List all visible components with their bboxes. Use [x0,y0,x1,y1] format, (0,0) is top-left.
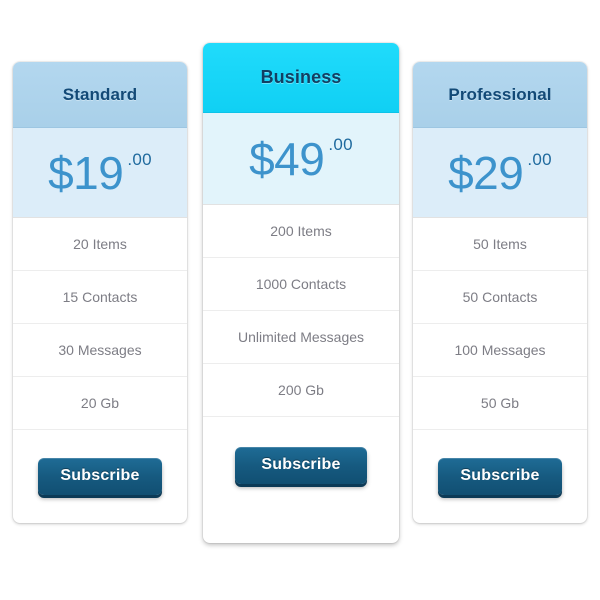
plan-price-amount-professional: $29 [448,146,524,199]
subscribe-button-professional[interactable]: Subscribe [438,458,562,495]
plan-price-cents-professional: .00 [527,150,552,169]
plan-price-professional: $29 .00 [413,128,587,218]
pricing-table: Standard $19 .00 20 Items 15 Contacts 30… [0,0,600,600]
feature-item: 30 Messages [13,324,187,377]
plan-price-amount-business: $49 [249,132,325,185]
plan-features-professional: 50 Items 50 Contacts 100 Messages 50 Gb [413,218,587,430]
plan-title-standard: Standard [62,84,138,104]
plan-price-business: $49 .00 [203,113,399,205]
plan-features-standard: 20 Items 15 Contacts 30 Messages 20 Gb [13,218,187,430]
pricing-card-professional: Professional $29 .00 50 Items 50 Contact… [413,62,587,523]
plan-header-professional: Professional [413,62,587,128]
pricing-card-standard: Standard $19 .00 20 Items 15 Contacts 30… [13,62,187,523]
feature-item: 1000 Contacts [203,258,399,311]
plan-price-standard: $19 .00 [13,128,187,218]
feature-item: 50 Contacts [413,271,587,324]
subscribe-button-business[interactable]: Subscribe [235,447,367,484]
plan-footer-business: Subscribe [203,417,399,484]
subscribe-button-standard[interactable]: Subscribe [38,458,162,495]
plan-price-cents-business: .00 [328,135,353,154]
plan-features-business: 200 Items 1000 Contacts Unlimited Messag… [203,205,399,417]
plan-header-standard: Standard [13,62,187,128]
plan-footer-professional: Subscribe [413,430,587,495]
plan-price-cents-standard: .00 [127,150,152,169]
feature-item: 50 Gb [413,377,587,430]
plan-title-professional: Professional [448,84,552,104]
feature-item: 50 Items [413,218,587,271]
feature-item: 15 Contacts [13,271,187,324]
pricing-card-business: Business $49 .00 200 Items 1000 Contacts… [203,43,399,543]
plan-footer-standard: Subscribe [13,430,187,495]
feature-item: Unlimited Messages [203,311,399,364]
feature-item: 20 Items [13,218,187,271]
feature-item: 200 Items [203,205,399,258]
plan-header-business: Business [203,43,399,113]
feature-item: 20 Gb [13,377,187,430]
feature-item: 100 Messages [413,324,587,377]
feature-item: 200 Gb [203,364,399,417]
plan-title-business: Business [260,67,342,87]
plan-price-amount-standard: $19 [48,146,124,199]
